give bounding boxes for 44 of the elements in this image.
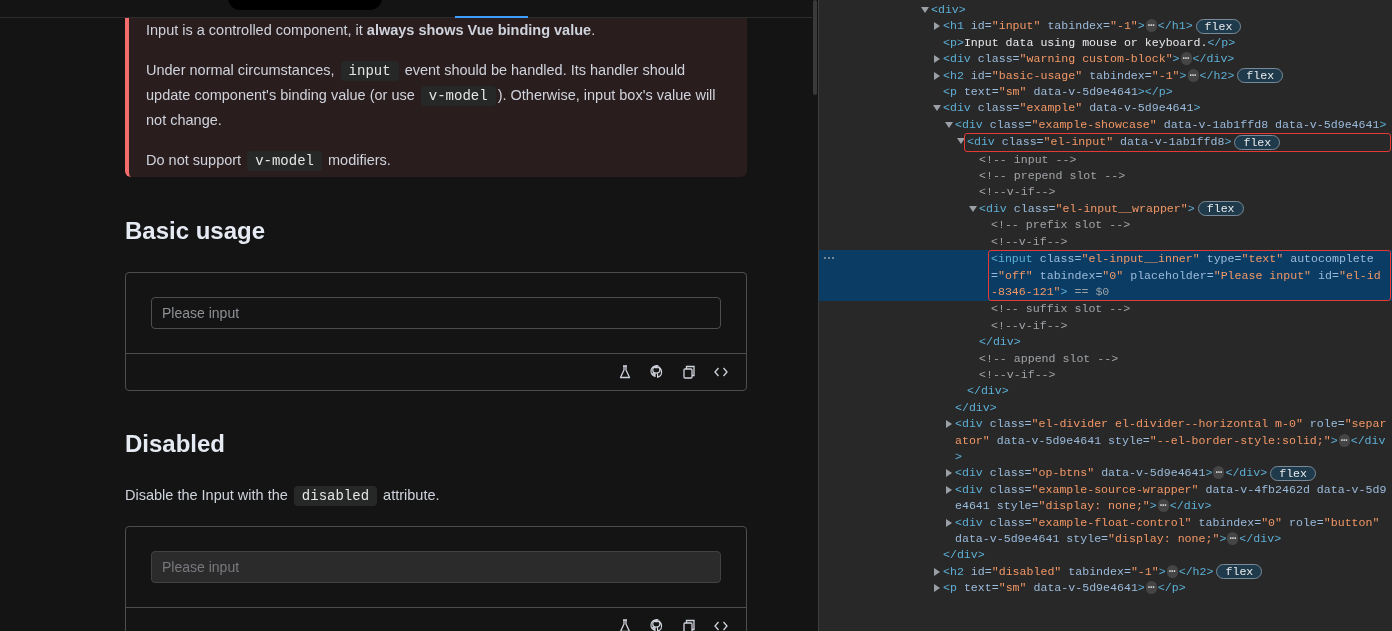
element-markup: <!-- suffix slot --> [991,301,1132,318]
selected-row[interactable]: <input class="el-input__inner" type="text" autocomplete="off" tabindex="0" placeholder="Please input" id="el-id-8346-121"> == $0 [819,250,1392,302]
element-markup: <div class="op-btns" data-v-5d9e4641> ⋯ </div> [955,466,1268,480]
paragraph: Do not support v-model modifiers. [146,150,392,173]
element-markup: <!--v-if--> [991,317,1069,334]
flex-badge[interactable]: flex [1270,465,1317,481]
flex-badge[interactable]: flex [1216,564,1263,580]
element-markup: <div> [931,2,967,18]
element-markup: <h2 id="disabled" tabindex="-1"> ⋯ </h2> [943,564,1214,578]
element-markup: <!--v-if--> [979,184,1057,201]
element-markup: <div class="warning custom-block"> ⋯ </div> [943,51,1236,68]
section-heading: Disabled [125,429,227,459]
element-markup: </div> [943,547,986,564]
element-markup: <div class="el-input__wrapper"> [979,201,1195,215]
flex-badge[interactable]: flex [1234,134,1281,150]
paragraph: Input is a controlled component, it always shows Vue binding value. [146,21,597,40]
element-markup: <h2 id="basic-usage" tabindex="-1"> ⋯ </h2> [943,68,1235,82]
element-markup: <div class="el-input" data-v-1ab1ffd8> [967,135,1232,149]
element-markup: <input class="el-input__inner" type="text" autocomplete="off" tabindex="0" placeholder="Please input" id="el-id-8346-121"> == $0 [991,251,1382,300]
element-markup: <!-- input --> [979,151,1078,168]
paragraph: Under normal circumstances, input event should be handled. Its handler should update component's binding value (or use v-model ). Otherwise, input box's value will not change. [146,60,717,130]
element-markup: <div class="el-divider el-divider--horizontal m-0" role="separator" data-v-5d9e4641 style="--el-border-style:solid;"> ⋯ </div> [955,416,1387,465]
element-markup: <div class="example-float-control" tabindex="0" role="button" data-v-5d9e4641 style="display: none;"> ⋯ </div> [955,514,1381,547]
element-markup: </div> [955,399,998,416]
section-description: Disable the Input with the disabled attribute. [125,485,441,507]
element-markup: <p>Input data using mouse or keyboard.</p> [943,34,1237,51]
element-markup: <!--v-if--> [979,366,1057,383]
element-markup: <p text="sm" data-v-5d9e4641> ⋯ </p> [943,580,1187,597]
element-markup: <div class="example" data-v-5d9e4641> [943,100,1202,117]
flex-badge[interactable]: flex [1197,201,1244,217]
element-markup: <h1 id="input" tabindex="-1"> ⋯ </h1> [943,19,1193,33]
flex-badge[interactable]: flex [1195,18,1242,34]
element-markup: <!-- prefix slot --> [991,217,1132,234]
element-markup: <div class="example-showcase" data-v-1ab1ffd8 data-v-5d9e4641> [955,116,1387,133]
element-markup: <!-- append slot --> [979,350,1120,367]
element-markup: <!-- prepend slot --> [979,168,1127,185]
element-markup: </div> [967,383,1010,400]
text-input[interactable]: Please input [151,297,721,329]
element-markup: <p text="sm" data-v-5d9e4641></p> [943,84,1174,101]
section-heading: Basic usage [125,216,267,246]
element-markup: </div> [979,334,1022,351]
element-markup: <div class="example-source-wrapper" data-v-4fb2462d data-v-5d9e4641 style="display: none;"> ⋯ </div> [955,481,1387,515]
element-markup: <!--v-if--> [991,233,1069,250]
flex-badge[interactable]: flex [1237,68,1284,84]
